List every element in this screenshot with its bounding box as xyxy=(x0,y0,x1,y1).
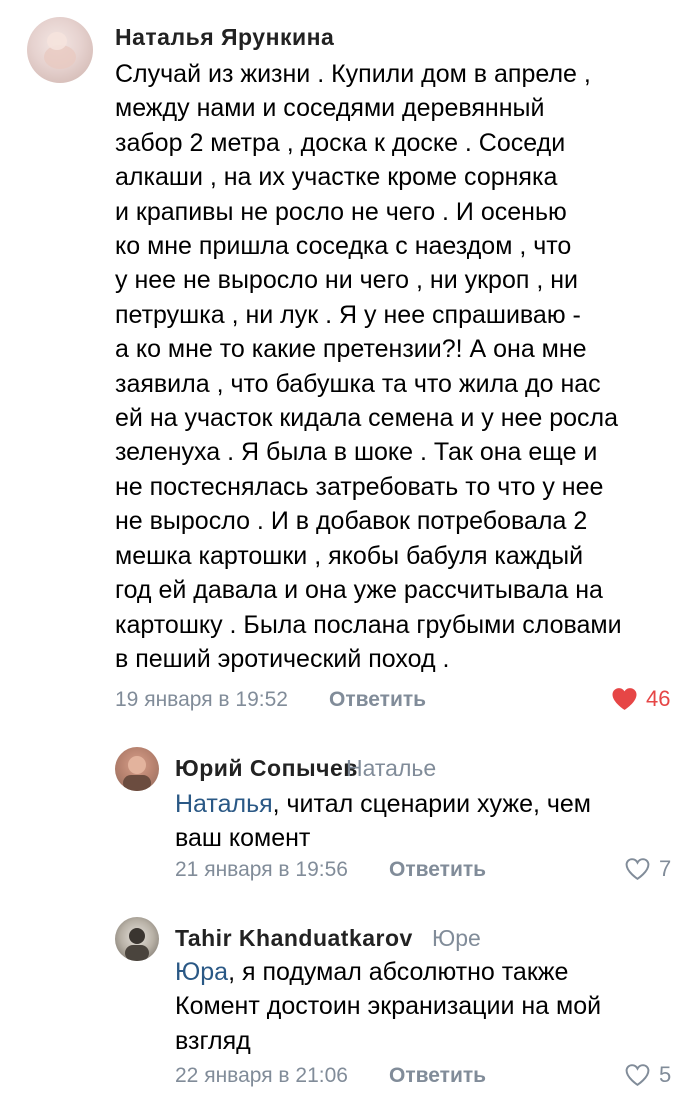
like-count: 5 xyxy=(659,1062,672,1087)
reply-text: Юра, я подумал абсолютно также Комент до… xyxy=(175,955,675,1058)
mention-link[interactable]: Наталья xyxy=(175,790,273,818)
avatar[interactable] xyxy=(115,747,159,791)
reply-date[interactable]: 22 января в 21:06 xyxy=(175,1064,348,1088)
like-count: 46 xyxy=(646,686,671,711)
comment: Наталья Ярункина Случай из жизни . Купил… xyxy=(0,0,700,720)
like-button[interactable]: 7 xyxy=(624,856,671,882)
reply-to-label[interactable]: Наталье xyxy=(346,755,436,782)
reply-text: Наталья, читал сценарии хуже, чем ваш ко… xyxy=(175,787,675,856)
comment-author[interactable]: Наталья Ярункина xyxy=(115,24,334,51)
reply-button[interactable]: Ответить xyxy=(329,688,426,712)
avatar-image xyxy=(125,928,149,961)
reply-comment: Юрий Сопычев Наталье Наталья, читал сцен… xyxy=(0,730,700,890)
reply-to-label[interactable]: Юре xyxy=(432,925,481,952)
reply-author[interactable]: Tahir Khanduatkarov xyxy=(175,925,413,952)
avatar[interactable] xyxy=(27,17,93,83)
avatar[interactable] xyxy=(115,917,159,961)
like-button[interactable]: 5 xyxy=(624,1062,671,1088)
reply-author[interactable]: Юрий Сопычев xyxy=(175,755,358,782)
reply-date[interactable]: 21 января в 19:56 xyxy=(175,858,348,882)
avatar-image xyxy=(123,756,151,791)
heart-filled-icon xyxy=(612,688,637,710)
like-count: 7 xyxy=(659,856,672,881)
like-button[interactable]: 46 xyxy=(611,686,670,712)
heart-outline-icon xyxy=(625,1064,650,1086)
heart-outline-icon xyxy=(625,858,650,880)
avatar-image xyxy=(44,32,76,69)
comment-date[interactable]: 19 января в 19:52 xyxy=(115,688,288,712)
reply-button[interactable]: Ответить xyxy=(389,858,486,882)
reply-comment: Tahir Khanduatkarov Юре Юра, я подумал а… xyxy=(0,900,700,1100)
comment-text: Случай из жизни . Купили дом в апреле , … xyxy=(115,60,622,673)
reply-body: , я подумал абсолютно также Комент досто… xyxy=(175,958,602,1055)
reply-button[interactable]: Ответить xyxy=(389,1064,486,1088)
mention-link[interactable]: Юра xyxy=(175,958,228,986)
